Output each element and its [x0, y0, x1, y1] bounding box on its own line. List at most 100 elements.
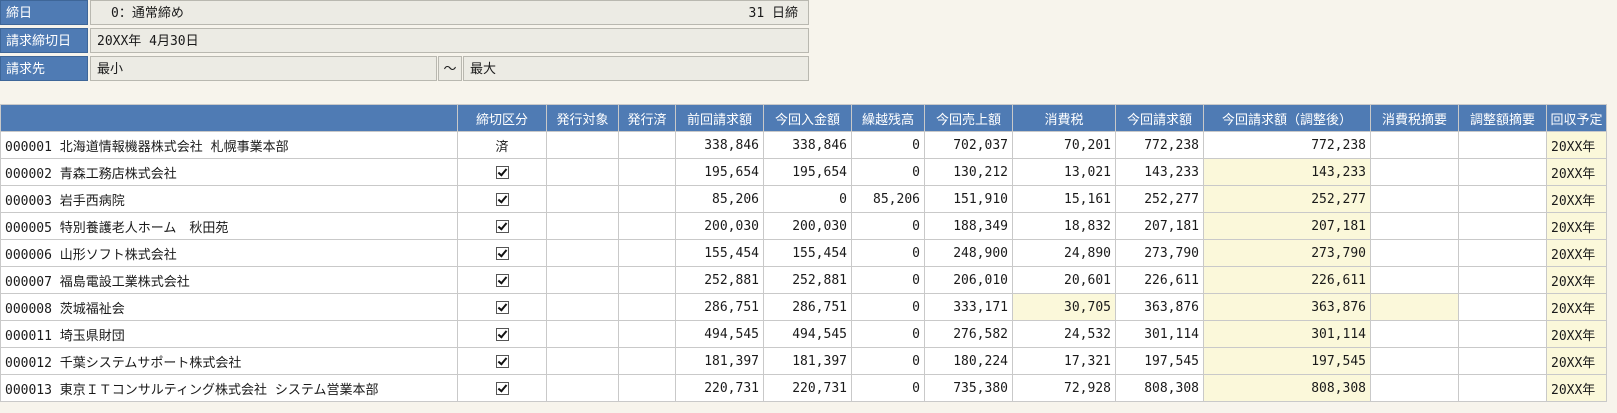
billing-adjusted-cell[interactable]: 301,114: [1203, 320, 1371, 348]
issue-target-cell[interactable]: [546, 131, 619, 159]
tax-cell[interactable]: 24,890: [1012, 239, 1116, 267]
closing-type-cell[interactable]: [457, 293, 547, 321]
adjust-note-cell[interactable]: [1458, 131, 1547, 159]
col-billing-adjusted-header[interactable]: 今回請求額（調整後）: [1203, 104, 1371, 132]
checkbox-checked[interactable]: [495, 192, 509, 206]
closing-type-cell[interactable]: [457, 158, 547, 186]
table-row[interactable]: 000005 特別養護老人ホーム 秋田苑 200,030 200,030 0 188,3…: [0, 212, 1607, 240]
adjust-note-cell[interactable]: [1458, 374, 1547, 402]
closing-type-cell[interactable]: [457, 374, 547, 402]
col-collection-date-header[interactable]: 回収予定: [1546, 104, 1607, 132]
billing-cutoff-field[interactable]: 20XX年 4月30日: [90, 28, 809, 53]
tax-cell[interactable]: 24,532: [1012, 320, 1116, 348]
tax-note-cell[interactable]: [1370, 293, 1459, 321]
billing-adjusted-cell[interactable]: 197,545: [1203, 347, 1371, 375]
tax-note-cell[interactable]: [1370, 158, 1459, 186]
adjust-note-cell[interactable]: [1458, 185, 1547, 213]
tax-note-cell[interactable]: [1370, 239, 1459, 267]
issue-target-cell[interactable]: [546, 212, 619, 240]
billing-adjusted-cell[interactable]: 143,233: [1203, 158, 1371, 186]
col-carryover-header[interactable]: 繰越残高: [851, 104, 925, 132]
billing-adjusted-cell[interactable]: 273,790: [1203, 239, 1371, 267]
tax-cell[interactable]: 30,705: [1012, 293, 1116, 321]
tax-note-cell[interactable]: [1370, 374, 1459, 402]
table-row[interactable]: 000012 千葉システムサポート株式会社 181,397 181,397 0 180,…: [0, 347, 1607, 375]
adjust-note-cell[interactable]: [1458, 239, 1547, 267]
issue-target-cell[interactable]: [546, 266, 619, 294]
tax-cell[interactable]: 20,601: [1012, 266, 1116, 294]
col-tax-header[interactable]: 消費税: [1012, 104, 1116, 132]
issue-target-cell[interactable]: [546, 158, 619, 186]
collection-date-cell[interactable]: 20XX年: [1546, 185, 1607, 213]
adjust-note-cell[interactable]: [1458, 158, 1547, 186]
checkbox-checked[interactable]: [495, 381, 509, 395]
closing-type-cell[interactable]: [457, 347, 547, 375]
table-row[interactable]: 000007 福島電設工業株式会社 252,881 252,881 0 206,010 2…: [0, 266, 1607, 294]
table-row[interactable]: 000006 山形ソフト株式会社 155,454 155,454 0 248,900 24…: [0, 239, 1607, 267]
tax-note-cell[interactable]: [1370, 185, 1459, 213]
checkbox-checked[interactable]: [495, 273, 509, 287]
issue-target-cell[interactable]: [546, 293, 619, 321]
issue-target-cell[interactable]: [546, 347, 619, 375]
collection-date-cell[interactable]: 20XX年: [1546, 266, 1607, 294]
tax-cell[interactable]: 15,161: [1012, 185, 1116, 213]
table-row[interactable]: 000002 青森工務店株式会社 195,654 195,654 0 130,212 13…: [0, 158, 1607, 186]
collection-date-cell[interactable]: 20XX年: [1546, 158, 1607, 186]
tax-cell[interactable]: 72,928: [1012, 374, 1116, 402]
col-issue-target-header[interactable]: 発行対象: [546, 104, 619, 132]
closing-type-cell[interactable]: 済: [457, 131, 547, 159]
billing-to-to-field[interactable]: 最大: [463, 56, 809, 81]
tax-cell[interactable]: 18,832: [1012, 212, 1116, 240]
col-billing-header[interactable]: 今回請求額: [1115, 104, 1204, 132]
checkbox-checked[interactable]: [495, 246, 509, 260]
checkbox-checked[interactable]: [495, 219, 509, 233]
billing-adjusted-cell[interactable]: 207,181: [1203, 212, 1371, 240]
adjust-note-cell[interactable]: [1458, 266, 1547, 294]
tax-cell[interactable]: 70,201: [1012, 131, 1116, 159]
billing-adjusted-cell[interactable]: 808,308: [1203, 374, 1371, 402]
closing-day-field[interactable]: 0：通常締め 31 日締: [90, 0, 809, 25]
collection-date-cell[interactable]: 20XX年: [1546, 374, 1607, 402]
adjust-note-cell[interactable]: [1458, 293, 1547, 321]
closing-type-cell[interactable]: [457, 239, 547, 267]
table-row[interactable]: 000001 北海道情報機器株式会社 札幌事業本部済 338,846 338,846…: [0, 131, 1607, 159]
col-customer-header[interactable]: [0, 104, 458, 132]
issue-target-cell[interactable]: [546, 320, 619, 348]
collection-date-cell[interactable]: 20XX年: [1546, 320, 1607, 348]
col-closing-type-header[interactable]: 締切区分: [457, 104, 547, 132]
tax-cell[interactable]: 17,321: [1012, 347, 1116, 375]
checkbox-checked[interactable]: [495, 300, 509, 314]
col-adjust-note-header[interactable]: 調整額摘要: [1458, 104, 1547, 132]
adjust-note-cell[interactable]: [1458, 212, 1547, 240]
checkbox-checked[interactable]: [495, 327, 509, 341]
table-row[interactable]: 000013 東京ＩＴコンサルティング株式会社 システム営業本部 220,731 2…: [0, 374, 1607, 402]
issue-target-cell[interactable]: [546, 239, 619, 267]
billing-adjusted-cell[interactable]: 226,611: [1203, 266, 1371, 294]
tax-note-cell[interactable]: [1370, 212, 1459, 240]
collection-date-cell[interactable]: 20XX年: [1546, 293, 1607, 321]
collection-date-cell[interactable]: 20XX年: [1546, 131, 1607, 159]
issue-target-cell[interactable]: [546, 185, 619, 213]
col-issued-header[interactable]: 発行済: [618, 104, 676, 132]
closing-type-cell[interactable]: [457, 266, 547, 294]
billing-to-from-field[interactable]: 最小: [90, 56, 437, 81]
adjust-note-cell[interactable]: [1458, 347, 1547, 375]
table-row[interactable]: 000003 岩手西病院 85,206 0 85,206 151,910 15,161 25…: [0, 185, 1607, 213]
tax-cell[interactable]: 13,021: [1012, 158, 1116, 186]
tax-note-cell[interactable]: [1370, 347, 1459, 375]
table-row[interactable]: 000011 埼玉県財団 494,545 494,545 0 276,582 24,532…: [0, 320, 1607, 348]
billing-adjusted-cell[interactable]: 252,277: [1203, 185, 1371, 213]
col-prev-billing-header[interactable]: 前回請求額: [675, 104, 764, 132]
closing-type-cell[interactable]: [457, 212, 547, 240]
billing-adjusted-cell[interactable]: 363,876: [1203, 293, 1371, 321]
collection-date-cell[interactable]: 20XX年: [1546, 212, 1607, 240]
col-sales-header[interactable]: 今回売上額: [924, 104, 1013, 132]
collection-date-cell[interactable]: 20XX年: [1546, 347, 1607, 375]
collection-date-cell[interactable]: 20XX年: [1546, 239, 1607, 267]
col-tax-note-header[interactable]: 消費税摘要: [1370, 104, 1459, 132]
tax-note-cell[interactable]: [1370, 320, 1459, 348]
checkbox-checked[interactable]: [495, 354, 509, 368]
checkbox-checked[interactable]: [495, 165, 509, 179]
col-payment-header[interactable]: 今回入金額: [763, 104, 852, 132]
adjust-note-cell[interactable]: [1458, 320, 1547, 348]
